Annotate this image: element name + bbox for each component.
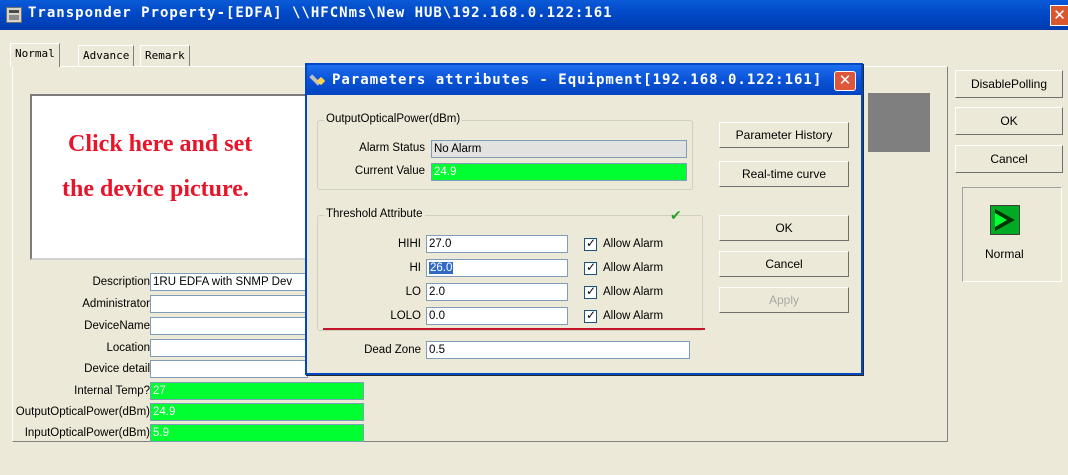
hihi-label: HIHI: [398, 238, 421, 250]
internal-temp-label: Internal Temp?: [74, 385, 150, 397]
dialog-apply-button[interactable]: Apply: [719, 287, 849, 313]
tab-remark[interactable]: Remark: [140, 45, 190, 66]
hi-input[interactable]: 26.0: [426, 259, 568, 277]
close-icon: ✕: [838, 72, 852, 89]
tab-normal-label: Normal: [15, 47, 55, 60]
running-status-icon: [990, 205, 1020, 235]
dead-zone-input[interactable]: 0.5: [426, 341, 690, 359]
divider-line: [323, 328, 705, 330]
lo-allow-alarm-checkbox[interactable]: [584, 284, 597, 299]
hi-allow-alarm-label: Allow Alarm: [603, 262, 664, 274]
location-label: Location: [106, 342, 150, 354]
alarm-status-label: Alarm Status: [359, 142, 425, 154]
description-field[interactable]: 1RU EDFA with SNMP Dev: [150, 273, 308, 291]
administrator-field[interactable]: [150, 295, 308, 313]
current-value-field: 24.9: [431, 163, 687, 181]
dialog-titlebar[interactable]: Parameters attributes - Equipment[192.16…: [307, 65, 861, 95]
dialog-close-button[interactable]: ✕: [834, 71, 856, 91]
dialog-ok-button[interactable]: OK: [719, 215, 849, 241]
status-label: Normal: [985, 247, 1024, 261]
threshold-group-title: Threshold Attribute: [324, 208, 425, 220]
window-titlebar[interactable]: Transponder Property-[EDFA] \\HFCNms\New…: [0, 0, 1068, 30]
input-optical-power-value: 5.9: [150, 424, 364, 442]
lolo-label: LOLO: [390, 310, 421, 322]
tab-normal[interactable]: Normal: [10, 43, 60, 67]
administrator-label: Administrator: [82, 298, 150, 310]
hi-label: HI: [409, 262, 422, 274]
hihi-allow-alarm-label: Allow Alarm: [603, 238, 664, 250]
lo-label: LO: [405, 286, 421, 298]
device-name-label: DeviceName: [84, 320, 150, 332]
window-title: Transponder Property-[EDFA] \\HFCNms\New…: [28, 5, 613, 21]
dialog-title: Parameters attributes - Equipment[192.16…: [332, 72, 823, 88]
output-power-group-title: OutputOpticalPower(dBm): [324, 113, 463, 125]
internal-temp-value: 27: [150, 382, 364, 400]
lo-input[interactable]: 2.0: [426, 283, 568, 301]
app-icon: [6, 7, 22, 23]
window-close-button[interactable]: ✕: [1050, 5, 1068, 26]
parameters-dialog[interactable]: Parameters attributes - Equipment[192.16…: [305, 63, 863, 375]
device-picture-hint-line1: Click here and set: [68, 131, 253, 157]
cancel-button[interactable]: Cancel: [955, 145, 1063, 173]
device-image-placeholder: [868, 93, 930, 152]
dead-zone-label: Dead Zone: [364, 344, 421, 356]
description-label: Description: [92, 276, 150, 288]
hihi-allow-alarm-checkbox[interactable]: [584, 236, 597, 251]
hi-allow-alarm-checkbox[interactable]: [584, 260, 597, 275]
output-optical-power-label: OutputOpticalPower(dBm): [15, 406, 150, 418]
lolo-allow-alarm-label: Allow Alarm: [603, 310, 664, 322]
hihi-input[interactable]: 27.0: [426, 235, 568, 253]
tab-remark-label: Remark: [145, 49, 185, 62]
output-optical-power-value: 24.9: [150, 403, 364, 421]
current-value-label: Current Value: [354, 165, 425, 177]
tab-advance-label: Advance: [83, 49, 130, 62]
device-detail-label: Device detail: [84, 363, 150, 375]
check-icon: ✔: [670, 207, 682, 223]
device-picture-hint-line2: the device picture.: [62, 176, 249, 202]
lo-allow-alarm-label: Allow Alarm: [603, 286, 664, 298]
hi-input-value: 26.0: [429, 262, 454, 274]
lolo-allow-alarm-checkbox[interactable]: [584, 308, 597, 323]
location-field[interactable]: [150, 339, 308, 357]
ok-button[interactable]: OK: [955, 107, 1063, 135]
input-optical-power-label: InputOpticalPower(dBm): [24, 427, 150, 439]
parameter-history-button[interactable]: Parameter History: [719, 122, 849, 148]
alarm-status-field: No Alarm: [431, 140, 687, 158]
device-picture-area[interactable]: Click here and set the device picture.: [30, 94, 330, 260]
close-icon: ✕: [1053, 7, 1066, 24]
realtime-curve-button[interactable]: Real-time curve: [719, 161, 849, 187]
device-detail-field[interactable]: [150, 360, 308, 378]
tab-advance[interactable]: Advance: [78, 45, 135, 66]
dialog-cancel-button[interactable]: Cancel: [719, 251, 849, 277]
disable-polling-button[interactable]: DisablePolling: [955, 70, 1063, 98]
device-name-field[interactable]: [150, 317, 308, 335]
lolo-input[interactable]: 0.0: [426, 307, 568, 325]
wrench-icon: [311, 73, 325, 87]
